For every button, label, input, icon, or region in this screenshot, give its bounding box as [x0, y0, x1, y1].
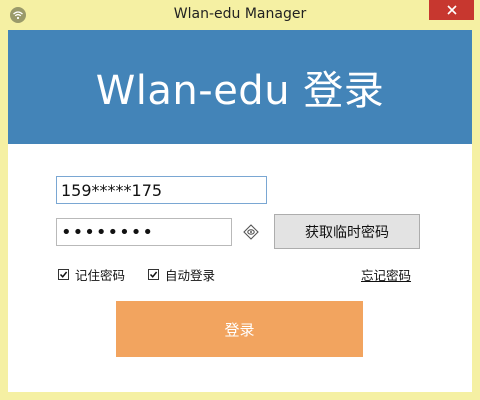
window-title: Wlan-edu Manager	[173, 6, 307, 22]
header-banner: Wlan-edu 登录	[8, 30, 472, 144]
eye-icon[interactable]	[242, 223, 260, 241]
login-panel: Wlan-edu 登录 获取临时密码 记住密码 自动登录	[8, 30, 472, 392]
close-icon	[446, 5, 457, 15]
checkmark-icon	[59, 271, 68, 278]
remember-password-checkbox[interactable]: 记住密码	[58, 265, 125, 284]
checkbox-box[interactable]	[148, 269, 159, 280]
checkmark-icon	[149, 271, 158, 278]
login-button[interactable]: 登录	[116, 301, 363, 357]
close-button[interactable]	[429, 0, 474, 20]
get-temp-password-button[interactable]: 获取临时密码	[274, 214, 420, 249]
title-bar[interactable]: Wlan-edu Manager	[0, 0, 480, 30]
banner-title: Wlan-edu 登录	[95, 68, 385, 114]
forgot-password-link[interactable]: 忘记密码	[361, 265, 411, 284]
remember-password-label: 记住密码	[75, 268, 126, 283]
username-input[interactable]	[56, 176, 267, 204]
app-window: Wlan-edu Manager Wlan-edu 登录 获取临时密码 记住密码	[0, 0, 480, 400]
checkbox-box[interactable]	[58, 269, 69, 280]
password-input[interactable]	[56, 218, 232, 246]
auto-login-checkbox[interactable]: 自动登录	[148, 265, 215, 284]
auto-login-label: 自动登录	[165, 268, 216, 283]
